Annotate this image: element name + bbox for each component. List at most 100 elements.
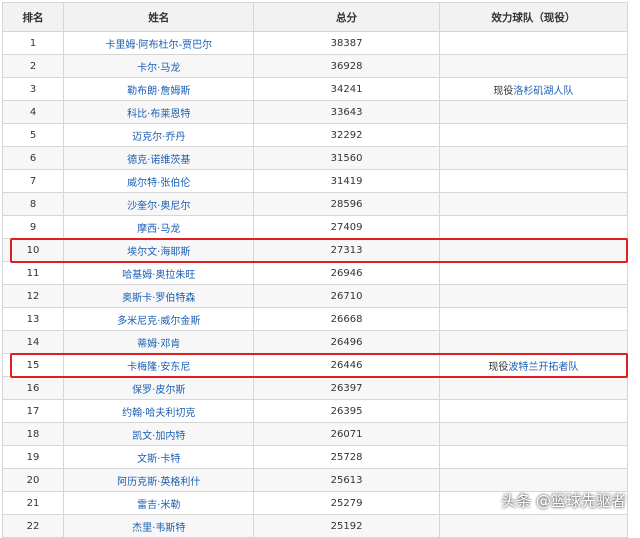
player-name-link[interactable]: 文斯·卡特 [137,454,180,465]
name-cell: 杰里·韦斯特 [63,514,255,538]
rank-cell: 15 [1,353,65,377]
player-name-link[interactable]: 约翰·哈夫利切克 [122,408,195,419]
team-cell [438,169,629,193]
rank-cell: 11 [1,261,65,285]
name-cell: 奥斯卡·罗伯特森 [63,284,255,308]
name-cell: 雷吉·米勒 [63,491,255,515]
table-row: 3 勒布朗·詹姆斯 34241 现役洛杉矶湖人队 [1,77,629,101]
score-cell: 32292 [253,123,440,147]
header-score: 总分 [253,2,440,32]
score-cell: 26668 [253,307,440,331]
player-name-link[interactable]: 卡梅隆·安东尼 [127,362,190,373]
table-row: 9 摩西·马龙 27409 [1,215,629,239]
score-cell: 36928 [253,54,440,78]
table-row: 19 文斯·卡特 25728 [1,445,629,469]
player-name-link[interactable]: 勒布朗·詹姆斯 [127,86,190,97]
score-cell: 26395 [253,399,440,423]
player-name-link[interactable]: 科比·布莱恩特 [127,109,190,120]
table-row: 10 埃尔文·海耶斯 27313 [1,238,629,262]
rank-cell: 12 [1,284,65,308]
table-row: 1 卡里姆·阿布杜尔-贾巴尔 38387 [1,31,629,55]
team-cell [438,307,629,331]
name-cell: 蒂姆·邓肯 [63,330,255,354]
table-row: 5 迈克尔·乔丹 32292 [1,123,629,147]
rank-cell: 13 [1,307,65,331]
name-cell: 凯文·加内特 [63,422,255,446]
score-cell: 38387 [253,31,440,55]
name-cell: 勒布朗·詹姆斯 [63,77,255,101]
rank-cell: 14 [1,330,65,354]
player-name-link[interactable]: 卡里姆·阿布杜尔-贾巴尔 [105,40,212,51]
rank-cell: 19 [1,445,65,469]
team-cell [438,284,629,308]
rank-cell: 17 [1,399,65,423]
player-name-link[interactable]: 奥斯卡·罗伯特森 [122,293,195,304]
score-cell: 26071 [253,422,440,446]
name-cell: 哈基姆·奥拉朱旺 [63,261,255,285]
team-cell [438,100,629,124]
name-cell: 德克·诺维茨基 [63,146,255,170]
table-row: 2 卡尔·马龙 36928 [1,54,629,78]
score-cell: 27409 [253,215,440,239]
player-name-link[interactable]: 凯文·加内特 [132,431,185,442]
player-name-link[interactable]: 迈克尔·乔丹 [132,132,185,143]
player-name-link[interactable]: 埃尔文·海耶斯 [127,247,190,258]
score-cell: 34241 [253,77,440,101]
player-name-link[interactable]: 沙奎尔·奥尼尔 [127,201,190,212]
table-row: 16 保罗·皮尔斯 26397 [1,376,629,400]
rank-cell: 1 [1,31,65,55]
table-row: 13 多米尼克·威尔金斯 26668 [1,307,629,331]
name-cell: 保罗·皮尔斯 [63,376,255,400]
team-cell [438,330,629,354]
team-cell [438,146,629,170]
table-row: 17 约翰·哈夫利切克 26395 [1,399,629,423]
score-cell: 25728 [253,445,440,469]
team-cell: 现役洛杉矶湖人队 [438,77,629,101]
team-link[interactable]: 洛杉矶湖人队 [513,86,573,97]
score-cell: 31419 [253,169,440,193]
player-name-link[interactable]: 哈基姆·奥拉朱旺 [122,270,195,281]
team-cell: 现役波特兰开拓者队 [438,353,629,377]
score-cell: 26710 [253,284,440,308]
score-cell: 31560 [253,146,440,170]
team-cell [438,422,629,446]
player-name-link[interactable]: 阿历克斯·英格利什 [117,477,200,488]
name-cell: 摩西·马龙 [63,215,255,239]
score-cell: 28596 [253,192,440,216]
scoring-leaders-table: 排名 姓名 总分 效力球队（现役） 1 卡里姆·阿布杜尔-贾巴尔 38387 2 卡尔·… [1,2,629,538]
header-name: 姓名 [63,2,255,32]
rank-cell: 22 [1,514,65,538]
player-name-link[interactable]: 卡尔·马龙 [137,63,180,74]
player-name-link[interactable]: 威尔特·张伯伦 [127,178,190,189]
player-name-link[interactable]: 多米尼克·威尔金斯 [117,316,200,327]
player-name-link[interactable]: 雷吉·米勒 [137,500,180,511]
name-cell: 沙奎尔·奥尼尔 [63,192,255,216]
player-name-link[interactable]: 德克·诺维茨基 [127,155,190,166]
name-cell: 约翰·哈夫利切克 [63,399,255,423]
name-cell: 卡里姆·阿布杜尔-贾巴尔 [63,31,255,55]
player-name-link[interactable]: 蒂姆·邓肯 [137,339,180,350]
name-cell: 卡尔·马龙 [63,54,255,78]
rank-cell: 9 [1,215,65,239]
score-cell: 26397 [253,376,440,400]
rank-cell: 21 [1,491,65,515]
rank-cell: 16 [1,376,65,400]
team-cell [438,261,629,285]
table-row: 11 哈基姆·奥拉朱旺 26946 [1,261,629,285]
player-name-link[interactable]: 保罗·皮尔斯 [132,385,185,396]
table-row: 20 阿历克斯·英格利什 25613 [1,468,629,492]
name-cell: 迈克尔·乔丹 [63,123,255,147]
player-name-link[interactable]: 杰里·韦斯特 [132,523,185,534]
rank-cell: 10 [1,238,65,262]
player-name-link[interactable]: 摩西·马龙 [137,224,180,235]
table-row: 14 蒂姆·邓肯 26496 [1,330,629,354]
rank-cell: 4 [1,100,65,124]
team-link[interactable]: 波特兰开拓者队 [508,362,578,373]
table-row: 15 卡梅隆·安东尼 26446 现役波特兰开拓者队 [1,353,629,377]
watermark: 头条 @篮球先驱者 [501,492,626,510]
score-cell: 26446 [253,353,440,377]
table-row: 18 凯文·加内特 26071 [1,422,629,446]
table-row: 12 奥斯卡·罗伯特森 26710 [1,284,629,308]
team-cell [438,514,629,538]
table-header-row: 排名 姓名 总分 效力球队（现役） [1,2,629,32]
